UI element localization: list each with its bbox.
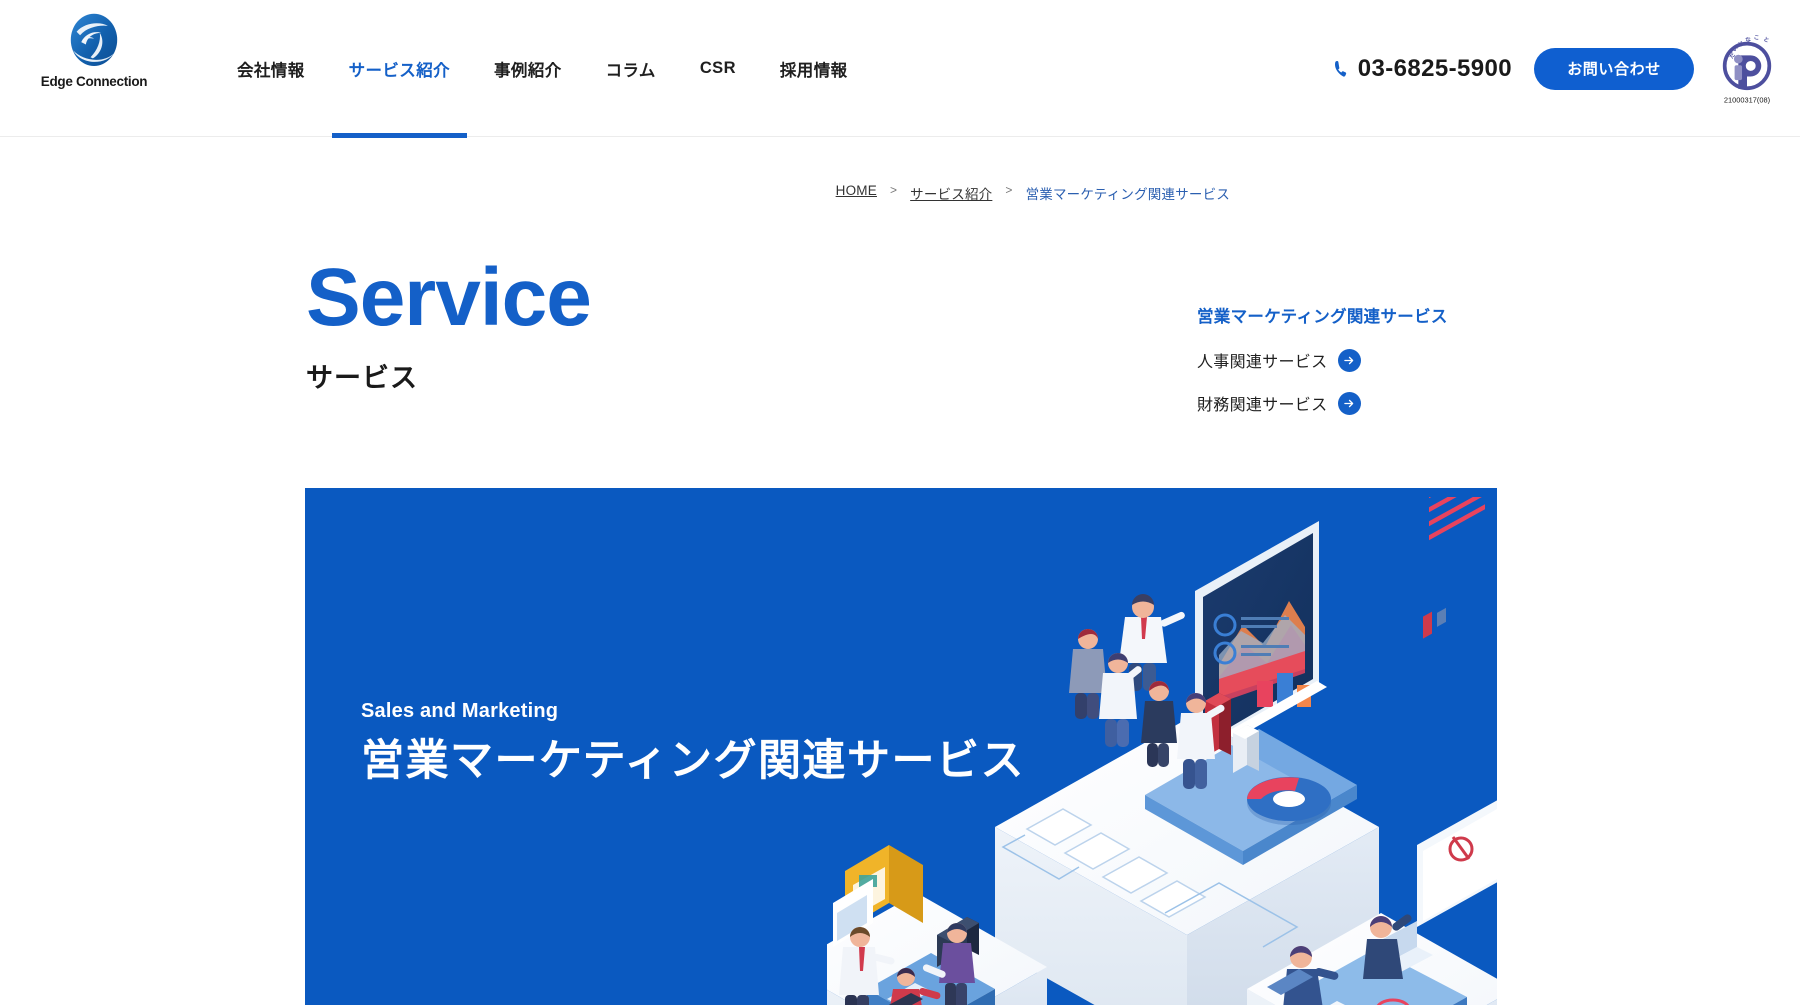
breadcrumb-item-home[interactable]: HOME: [836, 183, 877, 203]
phone-number: 03-6825-5900: [1357, 54, 1512, 82]
privacy-mark-logo-icon[interactable]: だ い じ な こ と 21000317(08): [1716, 31, 1778, 107]
hero-eyebrow: Sales and Marketing: [361, 700, 559, 722]
service-nav-link-label: 財務関連サービス: [1197, 397, 1328, 414]
contact-button[interactable]: お問い合わせ: [1534, 47, 1694, 90]
nav-item-cases[interactable]: 事例紹介: [472, 0, 584, 137]
nav-item-company[interactable]: 会社情報: [215, 0, 327, 137]
hero-text-block: Sales and Marketing 営業マーケティング関連サービス: [361, 700, 1025, 786]
logo-wordmark: Edge Connection: [40, 74, 148, 89]
service-nav-link-hr[interactable]: 人事関連サービス: [1197, 348, 1497, 372]
svg-text:こ: こ: [1753, 33, 1759, 41]
site-header: Edge Connection 会社情報 サービス紹介 事例紹介 コラム CSR…: [0, 0, 1800, 138]
service-nav-heading: 営業マーケティング関連サービス: [1197, 308, 1448, 326]
arrow-right-icon: [1338, 391, 1362, 415]
breadcrumb-item-current: 営業マーケティング関連サービス: [1025, 187, 1230, 202]
hero-title: 営業マーケティング関連サービス: [361, 737, 1026, 785]
page-title: Service サービス: [306, 252, 592, 395]
nav-item-recruit[interactable]: 採用情報: [758, 0, 870, 137]
service-nav-link-label: 人事関連サービス: [1197, 354, 1328, 371]
page-title-ja: サービス: [306, 363, 418, 394]
breadcrumb-separator: >: [1005, 183, 1013, 197]
phone-link[interactable]: 03-6825-5900: [1331, 55, 1512, 83]
nav-item-service[interactable]: サービス紹介: [327, 0, 472, 138]
breadcrumb-item-service[interactable]: サービス紹介: [910, 183, 992, 203]
service-category-nav: 営業マーケティング関連サービス 人事関連サービス 財務関連サービス: [1197, 303, 1497, 434]
breadcrumb: HOME > サービス紹介 > 営業マーケティング関連サービス: [0, 183, 1800, 203]
breadcrumb-separator: >: [889, 183, 898, 197]
nav-item-column[interactable]: コラム: [584, 0, 678, 137]
header-actions: 03-6825-5900 お問い合わせ だ い じ な こ と 21000317…: [1331, 0, 1800, 137]
svg-text:と: と: [1762, 35, 1770, 44]
privacy-mark-number: 21000317(08): [1724, 95, 1771, 104]
arrow-right-icon: [1338, 348, 1362, 372]
globe-swoosh-logo-icon: [70, 13, 118, 66]
svg-text:な: な: [1745, 35, 1752, 43]
main-navigation: 会社情報 サービス紹介 事例紹介 コラム CSR 採用情報: [215, 0, 870, 138]
nav-item-csr[interactable]: CSR: [678, 0, 758, 137]
site-logo[interactable]: Edge Connection: [34, 12, 154, 89]
service-nav-link-finance[interactable]: 財務関連サービス: [1197, 391, 1497, 415]
hero-banner: Sales and Marketing 営業マーケティング関連サービス: [305, 488, 1497, 1005]
page-title-en: Service: [306, 252, 592, 343]
phone-icon: [1334, 60, 1346, 77]
